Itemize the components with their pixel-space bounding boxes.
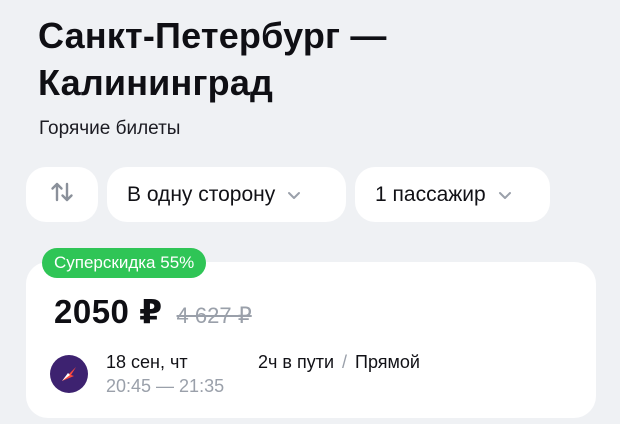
flight-date: 18 сен, чт [106,352,188,372]
flight-type: Прямой [355,352,420,372]
trip-direction-label: В одну сторону [127,182,276,206]
passengers-label: 1 пассажир [375,182,486,206]
swap-direction-button[interactable] [26,167,98,222]
separator: / [342,352,348,372]
flight-times: 20:45 — 21:35 [106,376,225,396]
page-subtitle: Горячие билеты [39,118,181,139]
discount-badge: Суперскидка 55% [42,248,207,278]
trip-direction-select[interactable]: В одну сторону [107,167,346,222]
chevron-down-icon [287,190,301,200]
page: Санкт-Петербург — Калининград Горячие би… [0,0,620,424]
page-title-line-2: Калининград [38,62,274,103]
ticket-old-price: 4 627 ₽ [176,303,252,328]
page-title-line-1: Санкт-Петербург — [38,15,387,56]
flight-duration: 2ч в пути [258,352,334,372]
price-row: 2050 ₽ 4 627 ₽ [54,292,252,331]
passengers-select[interactable]: 1 пассажир [355,167,550,222]
chevron-down-icon [498,190,512,200]
airline-logo-icon [50,355,88,393]
page-title: Санкт-Петербург — Калининград [38,12,598,106]
flight-info: 2ч в пути / Прямой [258,352,420,373]
ticket-price: 2050 ₽ [54,293,163,330]
swap-vertical-arrows-icon [49,179,75,210]
